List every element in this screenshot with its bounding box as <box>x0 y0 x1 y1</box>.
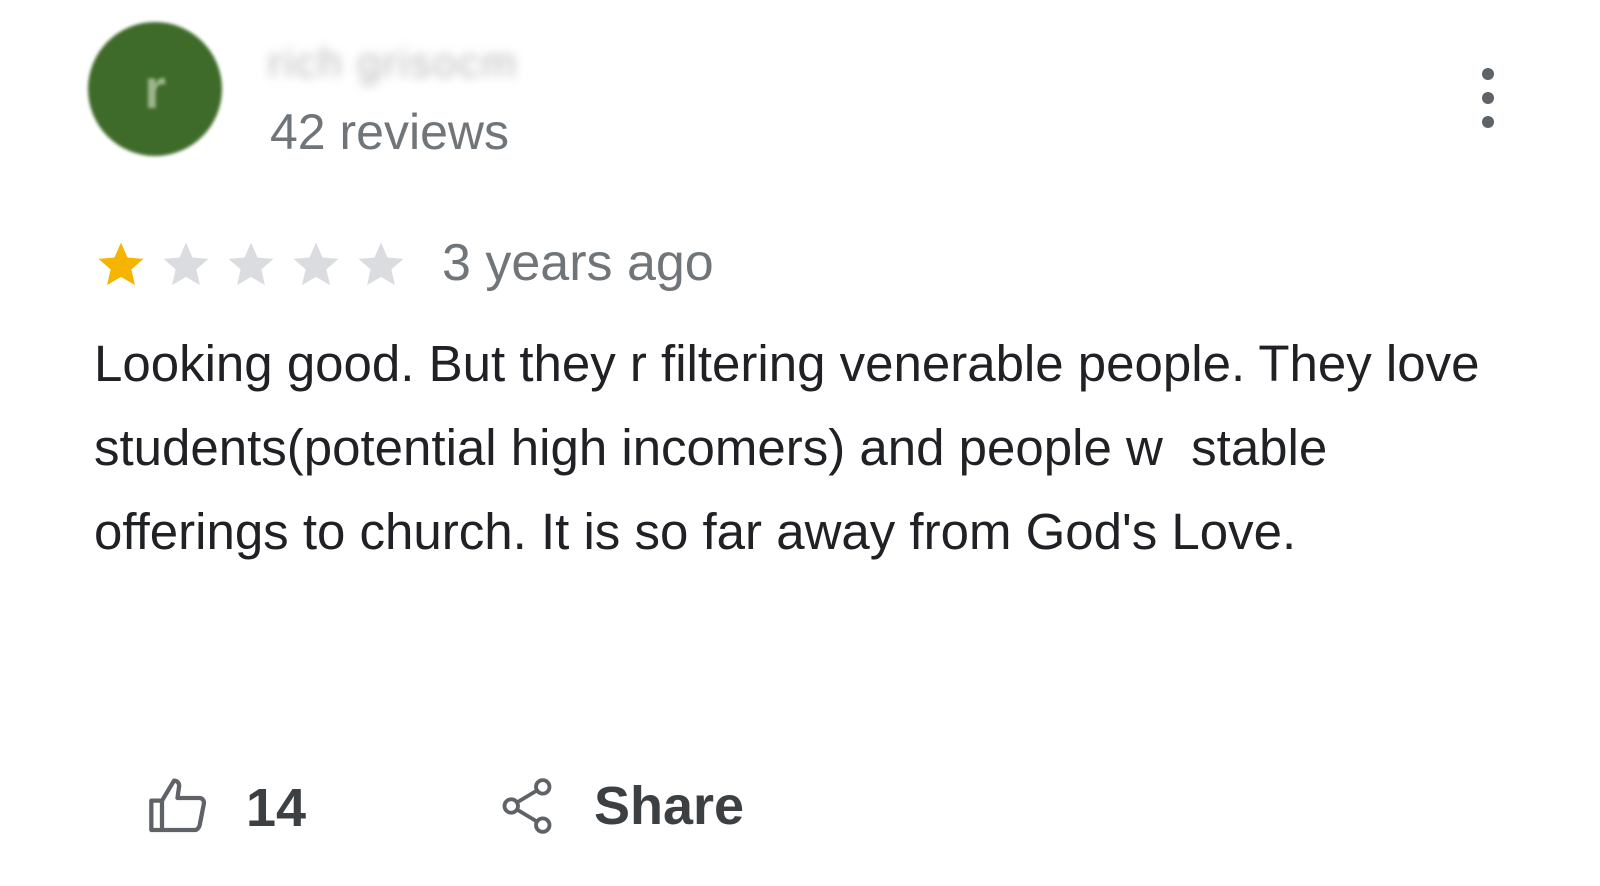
avatar-letter: r <box>144 57 166 120</box>
thumbs-up-icon <box>149 778 207 833</box>
like-button[interactable] <box>146 770 210 842</box>
star-filled-icon <box>98 242 144 286</box>
star-empty-icon <box>358 242 404 286</box>
review-time: 3 years ago <box>442 234 714 292</box>
share-button[interactable]: Share <box>500 770 744 842</box>
more-vert-icon <box>1482 68 1494 80</box>
star-empty-icon <box>293 242 339 286</box>
share-icon <box>502 778 552 834</box>
star-empty-icon <box>228 242 274 286</box>
review-text: Looking good. But they r filtering vener… <box>94 335 1494 560</box>
share-label: Share <box>594 776 745 836</box>
star-empty-icon <box>163 242 209 286</box>
reviewer-name[interactable]: rich grisocm <box>268 40 518 86</box>
like-count: 14 <box>246 778 307 838</box>
star-rating <box>94 234 419 294</box>
review-count[interactable]: 42 reviews <box>270 104 509 160</box>
avatar[interactable]: r <box>88 22 222 156</box>
more-vert-icon-dot <box>1482 92 1494 104</box>
more-vert-icon-dot <box>1482 116 1494 128</box>
more-options-button[interactable] <box>1468 68 1508 128</box>
